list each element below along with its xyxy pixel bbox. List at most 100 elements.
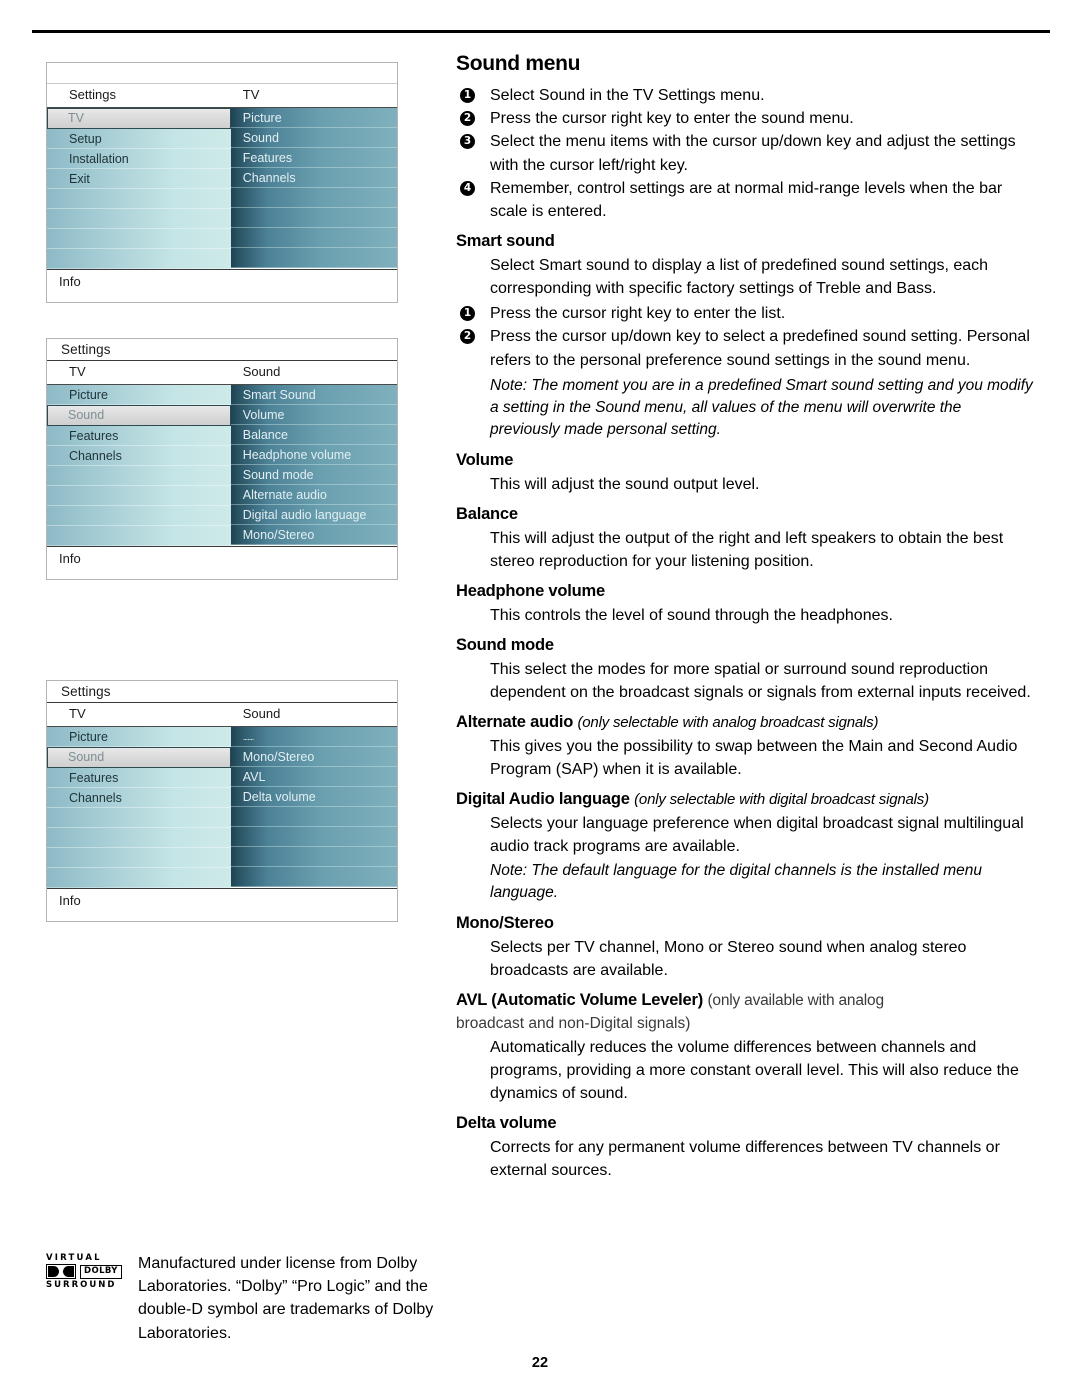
- osd-right-item-channels[interactable]: Channels: [230, 168, 397, 188]
- list-item: 2 Press the cursor up/down key to select …: [456, 325, 1034, 371]
- list-item: 1 Press the cursor right key to enter the…: [456, 302, 1034, 325]
- osd-right-item-avl[interactable]: AVL: [230, 767, 397, 787]
- heading-digital-audio-language-label: Digital Audio language: [456, 789, 630, 808]
- osd-left-item-installation[interactable]: Installation: [47, 149, 231, 169]
- step-text: Select Sound in the TV Settings menu.: [490, 87, 765, 104]
- osd-right-item-volume[interactable]: Volume: [230, 405, 397, 425]
- heading-avl: AVL (Automatic Volume Leveler) (only ava…: [456, 991, 1034, 1010]
- osd-right-item-empty: [230, 867, 397, 887]
- text-sound-mode: This select the modes for more spatial o…: [490, 660, 1031, 701]
- osd-left-item-features[interactable]: Features: [47, 768, 231, 788]
- note-digital-audio-language: Note: The default language for the digit…: [490, 862, 983, 902]
- step-number-1: 1: [460, 306, 475, 322]
- step-number-2: 2: [460, 111, 475, 127]
- osd-left-header: TV: [47, 361, 231, 385]
- text-digital-audio-language: Selects your language preference when di…: [490, 814, 1024, 855]
- osd-right-item-picture[interactable]: Picture: [230, 108, 397, 128]
- osd-right-item-digital-audio-language[interactable]: Digital audio language: [230, 505, 397, 525]
- text-delta-volume: Corrects for any permanent volume differ…: [490, 1139, 1000, 1180]
- osd-right-item-mono-stereo[interactable]: Mono/Stereo: [230, 747, 397, 767]
- dolby-notice: VIRTUAL DOLBY SURROUND Manufactured unde…: [46, 1252, 446, 1345]
- osd-right-item-sound[interactable]: Sound: [230, 128, 397, 148]
- osd-left-item-channels[interactable]: Channels: [47, 446, 231, 466]
- osd-left-item-empty: [47, 466, 231, 486]
- text-mono-stereo: Selects per TV channel, Mono or Stereo s…: [490, 938, 967, 979]
- page-number: 22: [531, 1355, 549, 1371]
- osd-title: Settings: [47, 339, 397, 361]
- osd-menu-tv-settings: Settings TV Setup Installation Exit TV P…: [46, 62, 398, 303]
- osd-right-item-balance[interactable]: Balance: [230, 425, 397, 445]
- osd-right-item-empty: [230, 228, 397, 248]
- text-volume: This will adjust the sound output level.: [490, 475, 760, 493]
- osd-right-header: Sound: [230, 703, 397, 727]
- osd-right-item-empty: [230, 827, 397, 847]
- osd-left-item-picture[interactable]: Picture: [47, 727, 231, 747]
- heading-headphone-volume: Headphone volume: [456, 581, 605, 600]
- osd-right-item-headphone-volume[interactable]: Headphone volume: [230, 445, 397, 465]
- osd-left-column: TV Picture Sound Features Channels: [47, 361, 231, 546]
- smart-sound-steps-list: 1 Press the cursor right key to enter the…: [456, 302, 1034, 372]
- osd-blank-bar: [47, 63, 397, 84]
- content-column: Sound menu 1 Select Sound in the TV Setti…: [456, 52, 1034, 1184]
- text-alternate-audio: This gives you the possibility to swap b…: [490, 737, 1018, 778]
- note-smart-sound: Note: The moment you are in a predefined…: [490, 376, 1033, 439]
- osd-left-item-features[interactable]: Features: [47, 426, 231, 446]
- osd-right-item-scroll-indicator: .......: [230, 727, 397, 747]
- text-headphone-volume: This controls the level of sound through…: [490, 606, 893, 624]
- osd-right-item-empty: [230, 847, 397, 867]
- osd-right-item-mono-stereo[interactable]: Mono/Stereo: [230, 525, 397, 545]
- heading-smart-sound: Smart sound: [456, 232, 555, 251]
- dolby-legal-text: Manufactured under license from Dolby La…: [138, 1255, 434, 1342]
- osd-left-item-setup[interactable]: Setup: [47, 129, 231, 149]
- heading-alternate-audio-qualifier: (only selectable with analog broadcast s…: [577, 713, 879, 731]
- osd-left-item-exit[interactable]: Exit: [47, 169, 231, 189]
- step-number-3: 3: [460, 134, 475, 150]
- osd-right-item-features[interactable]: Features: [230, 148, 397, 168]
- osd-right-item-empty: [230, 188, 397, 208]
- heading-volume: Volume: [456, 450, 514, 469]
- osd-left-item-sound[interactable]: Sound: [47, 747, 231, 768]
- heading-alternate-audio-label: Alternate audio: [456, 712, 574, 731]
- osd-left-item-empty: [47, 486, 231, 506]
- list-item: 1 Select Sound in the TV Settings menu.: [456, 84, 1034, 107]
- osd-columns: Settings TV Setup Installation Exit TV P…: [47, 84, 397, 269]
- step-text: Press the cursor right key to enter the …: [490, 110, 854, 128]
- osd-left-item-empty: [47, 848, 231, 868]
- osd-title: Settings: [47, 681, 397, 703]
- osd-left-list: Picture Sound Features Channels: [47, 385, 231, 546]
- osd-right-item-sound-mode[interactable]: Sound mode: [230, 465, 397, 485]
- dolby-brand-label: DOLBY: [80, 1264, 122, 1279]
- osd-left-list: TV Setup Installation Exit: [47, 108, 231, 269]
- osd-right-column: TV Picture Sound Features Channels: [230, 84, 397, 269]
- osd-menu-sound: Settings TV Picture Sound Features Chann…: [46, 338, 398, 580]
- osd-left-item-sound[interactable]: Sound: [47, 405, 231, 426]
- list-item: 3 Select the menu items with the cursor u…: [456, 130, 1034, 176]
- step-number-4: 4: [460, 180, 475, 196]
- text-smart-sound-intro: Select Smart sound to display a list of …: [490, 257, 989, 298]
- osd-menu-sound-scrolled: Settings TV Picture Sound Features Chann…: [46, 680, 398, 922]
- heading-sound-mode: Sound mode: [456, 635, 554, 654]
- heading-alternate-audio: Alternate audio (only selectable with an…: [456, 713, 1034, 732]
- osd-right-item-alternate-audio[interactable]: Alternate audio: [230, 485, 397, 505]
- osd-columns: TV Picture Sound Features Channels Sound…: [47, 703, 397, 888]
- osd-right-item-delta-volume[interactable]: Delta volume: [230, 787, 397, 807]
- osd-columns: TV Picture Sound Features Channels Sound…: [47, 361, 397, 546]
- osd-left-item-empty: [47, 249, 231, 269]
- osd-left-item-tv[interactable]: TV: [47, 108, 231, 129]
- osd-right-header: Sound: [230, 361, 397, 385]
- osd-right-column: Sound ....... Mono/Stereo AVL Delta volu…: [230, 703, 397, 888]
- osd-right-item-smart-sound[interactable]: Smart Sound: [230, 385, 397, 405]
- osd-left-item-picture[interactable]: Picture: [47, 385, 231, 405]
- osd-info-bar: Info: [47, 269, 397, 302]
- text-balance: This will adjust the output of the right…: [490, 529, 1004, 570]
- osd-left-item-empty: [47, 229, 231, 249]
- osd-right-column: Sound Smart Sound Volume Balance Headpho…: [230, 361, 397, 546]
- intro-steps-list: 1 Select Sound in the TV Settings menu. 2…: [456, 84, 1034, 223]
- page-top-rule: [32, 30, 1050, 33]
- osd-left-column: Settings TV Setup Installation Exit: [47, 84, 231, 269]
- osd-left-item-channels[interactable]: Channels: [47, 788, 231, 808]
- step-text: Select the menu items with the cursor up…: [490, 133, 1016, 174]
- osd-right-item-empty: [230, 208, 397, 228]
- step-text: Press the cursor right key to enter the …: [490, 305, 786, 323]
- osd-figures-column: Settings TV Setup Installation Exit TV P…: [46, 62, 402, 922]
